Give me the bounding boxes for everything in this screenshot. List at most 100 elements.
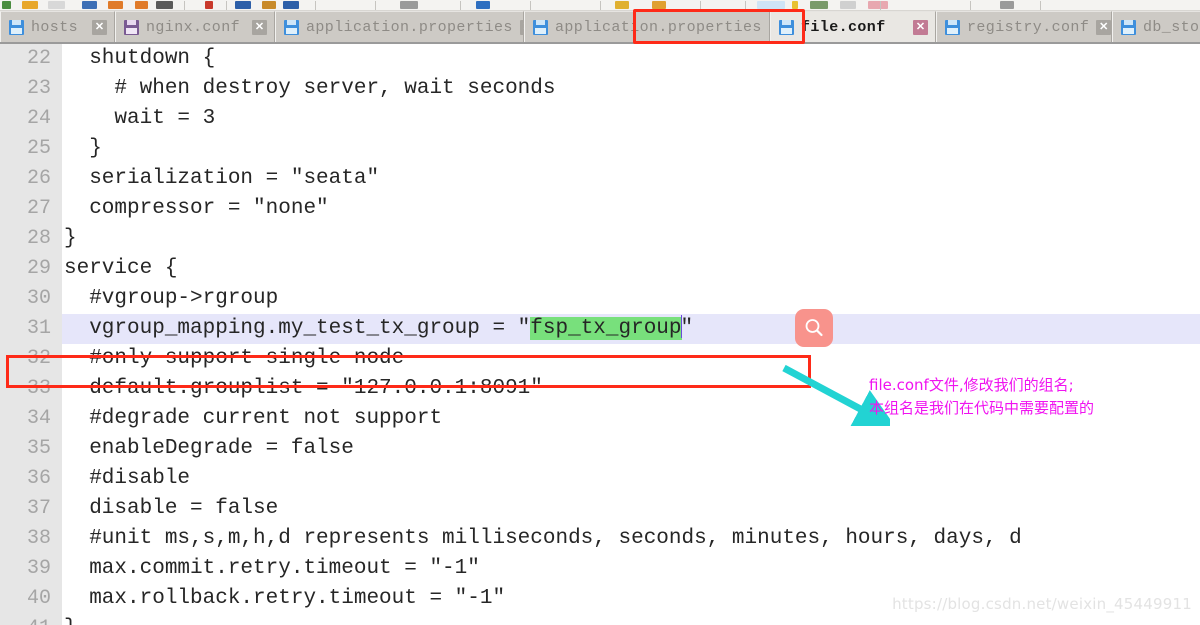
line-content[interactable]: #disable [62,464,1200,494]
page-icon[interactable] [840,1,856,9]
pink-bar-icon[interactable] [868,1,888,9]
annotation-text: file.conf文件,修改我们的组名; 本组名是我们在代码中需要配置的 [869,374,1094,420]
bookmark-icon[interactable] [205,1,213,9]
line-content[interactable]: # when destroy server, wait seconds [62,74,1200,104]
line-number: 39 [26,557,51,580]
print-icon[interactable] [82,1,97,9]
window-icon[interactable] [283,1,299,9]
tab-application-properties[interactable]: application.properties✕ [524,11,784,42]
code-line[interactable]: 35 enableDegrade = false [0,434,1200,464]
tab-file-conf[interactable]: file.conf ✕ [770,11,936,42]
line-content[interactable]: } [62,224,1200,254]
grid-icon[interactable] [1000,1,1014,9]
line-content[interactable]: #vgroup->rgroup [62,284,1200,314]
line-content[interactable]: shutdown { [62,44,1200,74]
line-content[interactable]: max.commit.retry.timeout = "-1" [62,554,1200,584]
copy-icon[interactable] [156,1,173,9]
screenshot-root: hosts✕nginx.conf✕application.properties✕… [0,0,1200,625]
tab-application-properties[interactable]: application.properties✕ [275,11,535,42]
toolbar-separator [700,1,701,10]
open-folder-icon[interactable] [22,1,38,9]
line-number: 41 [0,614,62,625]
pencil-icon[interactable] [792,1,798,9]
code-editor[interactable]: 22 shutdown {23 # when destroy server, w… [0,42,1200,625]
cut-icon[interactable] [135,1,148,9]
line-content[interactable]: vgroup_mapping.my_test_tx_group = "fsp_t… [62,314,1200,344]
save-icon[interactable] [108,1,123,9]
note-orange-icon[interactable] [652,1,666,9]
code-line[interactable]: 38 #unit ms,s,m,h,d represents milliseco… [0,524,1200,554]
line-content[interactable]: wait = 3 [62,104,1200,134]
code-rows: 22 shutdown {23 # when destroy server, w… [0,44,1200,625]
paste-icon[interactable] [262,1,276,9]
tab-db-store-sql[interactable]: db_store.sql✕ [1112,11,1200,42]
code-line[interactable]: 31 vgroup_mapping.my_test_tx_group = "fs… [0,314,1200,344]
line-content[interactable]: } [62,614,1200,625]
code-line[interactable]: 26 serialization = "seata" [0,164,1200,194]
close-icon[interactable]: ✕ [1096,19,1112,35]
code-line[interactable]: 30 #vgroup->rgroup [0,284,1200,314]
tab-nginx-conf[interactable]: nginx.conf ✕ [115,11,275,42]
line-content[interactable]: service { [62,254,1200,284]
code-line[interactable]: 29 service { [0,254,1200,284]
search-icon [805,319,823,337]
line-content[interactable]: enableDegrade = false [62,434,1200,464]
annotation-line-2: 本组名是我们在代码中需要配置的 [869,399,1095,417]
new-file-icon[interactable] [48,1,65,9]
code-line[interactable]: 36 #disable [0,464,1200,494]
code-line[interactable]: 27 compressor = "none" [0,194,1200,224]
toolbar-strip[interactable] [0,0,1200,11]
close-icon[interactable]: ✕ [252,19,267,35]
line-number: 23 [26,77,51,100]
tab-label: nginx.conf [146,18,241,36]
line-number: 38 [26,527,51,550]
line-number: 33 [26,377,51,400]
line-number: 40 [26,587,51,610]
code-line[interactable]: 25 } [0,134,1200,164]
floppy-disk-icon [124,19,139,35]
note-yellow-icon[interactable] [615,1,629,9]
line-number: 28 [26,227,51,250]
line-number: 37 [26,497,51,520]
line-content[interactable]: #only support single node [62,344,1200,374]
code-line[interactable]: 37 disable = false [0,494,1200,524]
close-icon[interactable]: ✕ [92,19,107,35]
editor-tab-bar[interactable]: hosts✕nginx.conf✕application.properties✕… [0,11,1200,42]
tab-label: db_store.sql [1143,18,1200,36]
toolbar-separator [530,1,531,10]
floppy-disk-icon [284,19,299,35]
code-line[interactable]: 32 #only support single node [0,344,1200,374]
zoom-box-icon[interactable] [757,1,785,9]
save-all-icon[interactable] [2,1,11,9]
close-icon[interactable]: ✕ [913,19,928,35]
line-content[interactable]: } [62,134,1200,164]
code-line[interactable]: 22 shutdown { [0,44,1200,74]
line-number: 25 [26,137,51,160]
toolbar-separator [970,1,971,10]
word-wrap-icon[interactable] [476,1,490,9]
tab-hosts[interactable]: hosts ✕ [0,11,115,42]
code-line[interactable]: 28} [0,224,1200,254]
tab-label: application.properties [306,18,513,36]
line-content[interactable]: serialization = "seata" [62,164,1200,194]
code-line[interactable]: 23 # when destroy server, wait seconds [0,74,1200,104]
toolbar-separator [880,1,881,10]
floppy-disk-icon [945,19,960,35]
search-button[interactable] [795,309,833,347]
line-content[interactable]: compressor = "none" [62,194,1200,224]
floppy-disk-icon [779,19,794,35]
align-icon[interactable] [400,1,418,9]
zoom-in-icon[interactable] [235,1,251,9]
code-line[interactable]: 39 max.commit.retry.timeout = "-1" [0,554,1200,584]
line-number: 31 [26,317,51,340]
line-content[interactable]: #unit ms,s,m,h,d represents milliseconds… [62,524,1200,554]
code-line[interactable]: 24 wait = 3 [0,104,1200,134]
monitor-icon[interactable] [810,1,828,9]
tab-registry-conf[interactable]: registry.conf ✕ [936,11,1112,42]
toolbar-separator [315,1,316,10]
code-line[interactable]: 41} [0,614,1200,625]
line-number: 30 [26,287,51,310]
toolbar-separator [184,1,185,10]
line-content[interactable]: disable = false [62,494,1200,524]
annotation-line-1: file.conf文件,修改我们的组名; [869,376,1074,394]
